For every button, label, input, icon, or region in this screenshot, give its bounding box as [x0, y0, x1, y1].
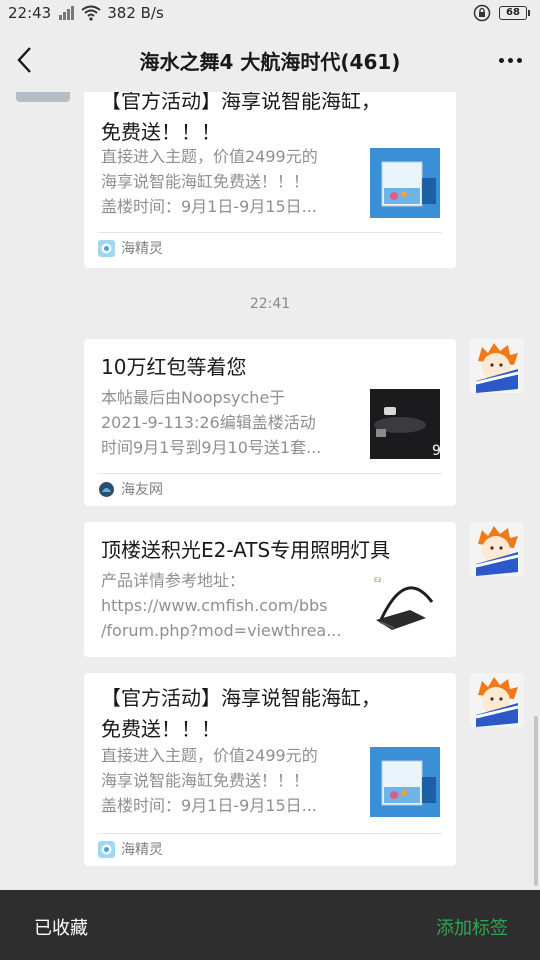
user-avatar[interactable] [470, 522, 524, 576]
sender-avatar[interactable] [16, 92, 70, 102]
card-source: 海友网 [98, 479, 163, 499]
hai-jingling-icon [98, 239, 115, 257]
chat-area[interactable]: 【官方活动】海享说智能海缸， 免费送！！！ 直接进入主题，价值2499元的 海享… [0, 92, 540, 890]
more-dots-icon [498, 57, 504, 63]
more-button[interactable] [492, 46, 528, 74]
aquarium-thumbnail [370, 148, 440, 218]
card-description: 产品详情参考地址： https://www.cmfish.com/bbs /fo… [101, 571, 342, 640]
card-title: 10万红包等着您 [101, 355, 247, 379]
card-source: 海精灵 [98, 839, 163, 859]
link-card[interactable]: 【官方活动】海享说智能海缸， 免费送！！！ 直接进入主题，价值2499元的 海享… [84, 92, 456, 268]
link-card[interactable]: 顶楼送积光E2-ATS专用照明灯具 产品详情参考地址： https://www.… [84, 522, 456, 657]
card-description: 直接进入主题，价值2499元的 海享说智能海缸免费送！！！ 盖楼时间：9月1日-… [101, 147, 318, 216]
favorited-button[interactable]: 已收藏 [34, 914, 88, 940]
card-title: 【官方活动】海享说智能海缸， 免费送！！！ [101, 686, 381, 741]
back-button[interactable] [10, 44, 42, 76]
aquarium-thumbnail: 9 [370, 389, 440, 459]
light-fixture-thumbnail: E2 [370, 572, 440, 642]
bottom-action-bar: 已收藏 添加标签 [0, 890, 540, 960]
card-title: 【官方活动】海享说智能海缸， 免费送！！！ [101, 92, 381, 144]
battery-icon: 68 [499, 6, 530, 20]
cartoon-avatar-icon [470, 673, 524, 727]
card-description: 直接进入主题，价值2499元的 海享说智能海缸免费送！！！ 盖楼时间：9月1日-… [101, 746, 318, 815]
battery-level: 68 [499, 6, 527, 20]
rotation-lock-icon [473, 4, 491, 22]
card-description: 本帖最后由Noopsyche于 2021-9-113:26编辑盖楼活动 时间9月… [101, 388, 322, 457]
card-title: 顶楼送积光E2-ATS专用照明灯具 [101, 538, 391, 562]
cartoon-avatar-icon [470, 522, 524, 576]
wifi-icon [81, 5, 101, 21]
card-source: 海精灵 [98, 238, 163, 258]
chat-title: 海水之舞4 大航海时代(461) [139, 50, 401, 74]
message-timestamp: 22:41 [249, 296, 291, 312]
status-bar: 22:43 382 B/s 68 [0, 0, 540, 28]
cartoon-avatar-icon [470, 339, 524, 393]
status-time: 22:43 [8, 4, 52, 22]
link-card[interactable]: 10万红包等着您 本帖最后由Noopsyche于 2021-9-113:26编辑… [84, 339, 456, 506]
haiyou-icon [99, 481, 114, 497]
add-tag-button[interactable]: 添加标签 [436, 914, 508, 940]
scrollbar[interactable] [534, 716, 538, 886]
svg-text:9: 9 [432, 443, 440, 459]
svg-text:E2: E2 [374, 577, 382, 584]
hai-jingling-icon [98, 840, 115, 858]
aquarium-thumbnail [370, 747, 440, 817]
nav-bar: 海水之舞4 大航海时代(461) [0, 28, 540, 92]
signal-icon [57, 5, 75, 21]
network-speed: 382 B/s [107, 4, 164, 22]
user-avatar[interactable] [470, 673, 524, 727]
user-avatar[interactable] [470, 339, 524, 393]
link-card[interactable]: 【官方活动】海享说智能海缸， 免费送！！！ 直接进入主题，价值2499元的 海享… [84, 673, 456, 866]
